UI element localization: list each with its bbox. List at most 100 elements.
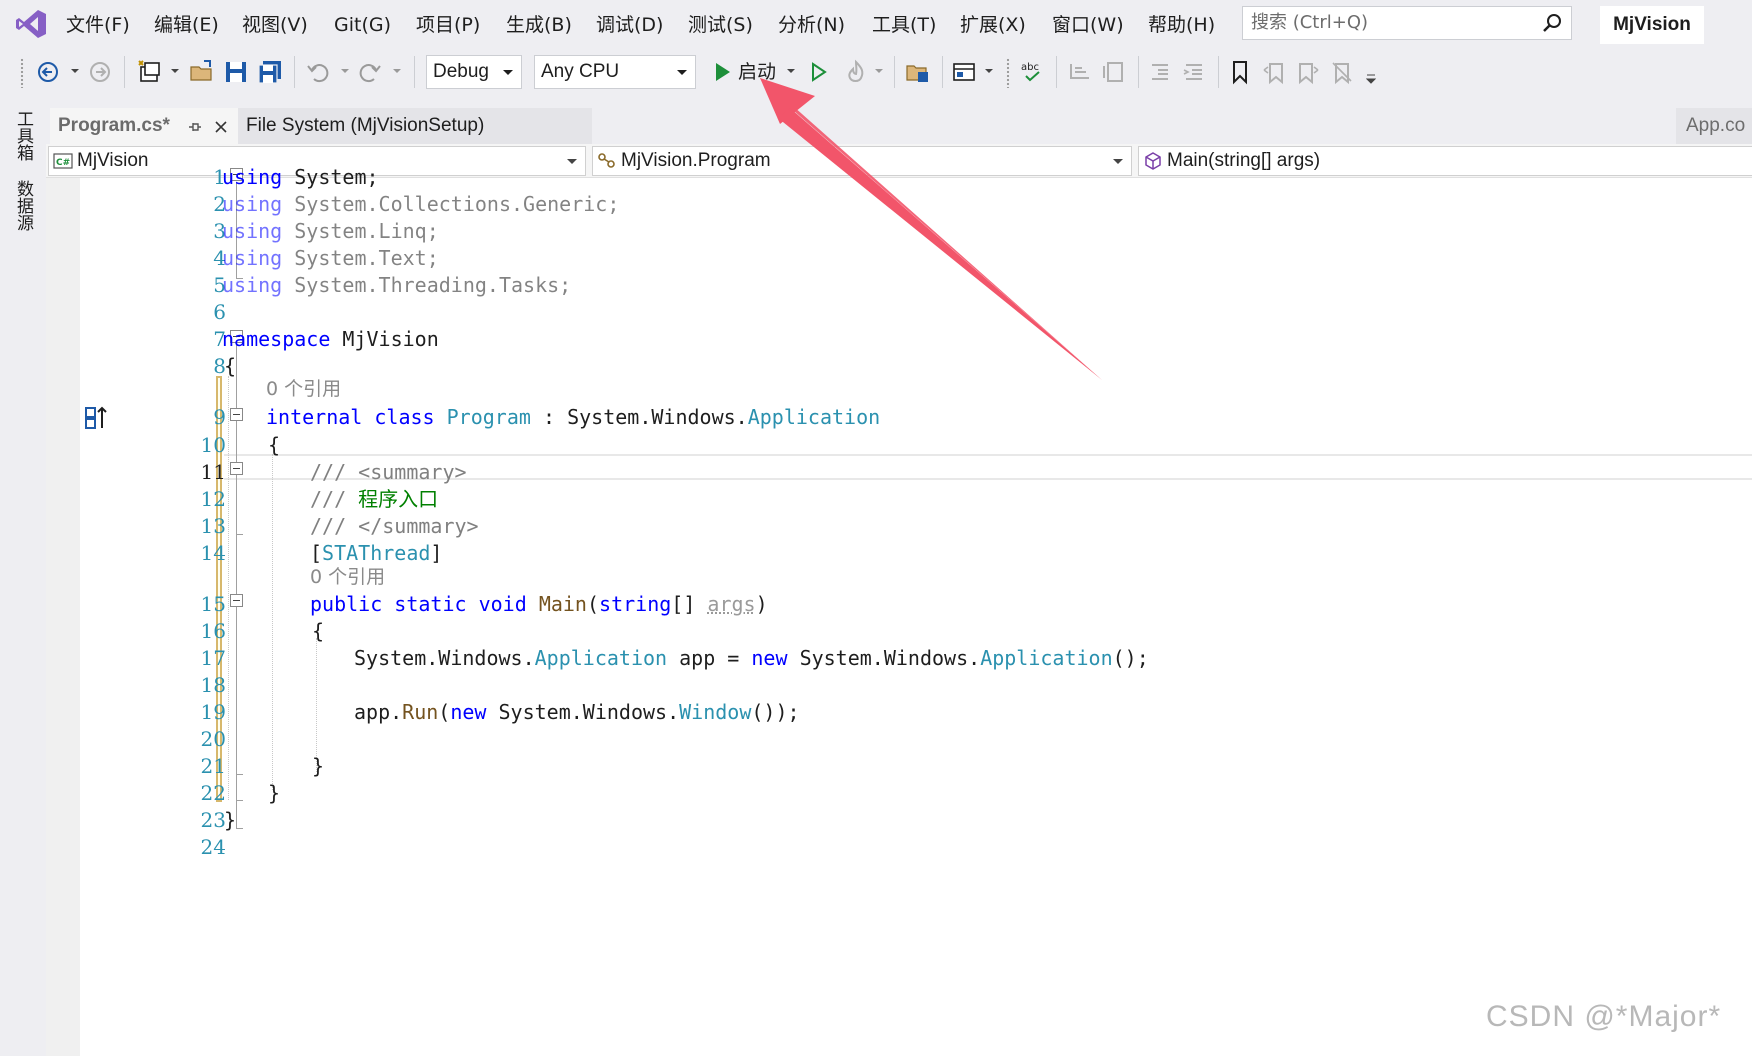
- punctuation: ): [755, 592, 768, 616]
- visual-studio-logo-icon[interactable]: [14, 8, 48, 40]
- code-line: {: [312, 618, 324, 644]
- chevron-down-icon[interactable]: [874, 66, 884, 76]
- solution-configuration-select[interactable]: Debug: [426, 55, 522, 89]
- keyword: static: [394, 592, 467, 616]
- search-input[interactable]: 搜索 (Ctrl+Q): [1242, 6, 1572, 40]
- toolbar-separator: [1138, 56, 1139, 88]
- save-icon[interactable]: [222, 58, 250, 86]
- punctuation: }: [224, 808, 237, 832]
- tab-label: File System (MjVisionSetup): [246, 115, 485, 136]
- toolbar-separator: [1218, 56, 1219, 88]
- menu-analyze[interactable]: 分析(N): [774, 12, 849, 38]
- bookmark-icon[interactable]: [1226, 58, 1254, 86]
- chevron-down-icon[interactable]: [984, 66, 994, 76]
- toolbar-grip[interactable]: [20, 58, 24, 88]
- punctuation: ;: [559, 273, 572, 297]
- chevron-down-icon[interactable]: [340, 66, 350, 76]
- document-tab-strip: Program.cs* File System (MjVisionSetup) …: [46, 108, 1752, 144]
- chevron-down-icon[interactable]: [170, 66, 180, 76]
- toolbar-separator: [124, 56, 125, 88]
- menu-git[interactable]: Git(G): [330, 12, 395, 38]
- start-play-icon[interactable]: [708, 58, 736, 86]
- close-icon[interactable]: [214, 120, 228, 134]
- uncomment-lines-icon[interactable]: [1100, 58, 1128, 86]
- navigate-back-icon[interactable]: [34, 58, 62, 86]
- punctuation: ());: [751, 700, 800, 724]
- browser-link-icon[interactable]: [950, 58, 978, 86]
- toolbar-overflow-icon[interactable]: [1366, 74, 1376, 84]
- configuration-value: Debug: [433, 61, 489, 82]
- menu-build[interactable]: 生成(B): [502, 12, 576, 38]
- comment-lines-icon[interactable]: [1066, 58, 1094, 86]
- class-dropdown[interactable]: MjVision.Program: [592, 146, 1132, 176]
- navigate-forward-icon[interactable]: [86, 58, 114, 86]
- spell-check-icon[interactable]: abc: [1018, 58, 1046, 86]
- toolbar-separator: [294, 56, 295, 88]
- save-all-icon[interactable]: [256, 58, 284, 86]
- menu-project[interactable]: 项目(P): [412, 12, 484, 38]
- chevron-down-icon: [503, 70, 513, 75]
- side-tab-data-sources[interactable]: 数据源: [12, 180, 36, 231]
- menu-tools[interactable]: 工具(T): [868, 12, 940, 38]
- svg-text:C#: C#: [56, 158, 70, 168]
- clear-bookmarks-icon[interactable]: [1328, 58, 1356, 86]
- codelens-references[interactable]: 0 个引用: [266, 376, 341, 402]
- tab-app-config[interactable]: App.co: [1676, 108, 1752, 144]
- identifier: System: [294, 165, 367, 189]
- open-folder-icon[interactable]: [188, 58, 216, 86]
- menu-window[interactable]: 窗口(W): [1048, 12, 1128, 38]
- toolbar-separator: [1056, 56, 1057, 88]
- punctuation: (): [1112, 646, 1137, 670]
- chevron-down-icon[interactable]: [70, 66, 80, 76]
- code-line: }: [312, 753, 324, 779]
- solution-platform-select[interactable]: Any CPU: [534, 55, 696, 89]
- solution-name[interactable]: MjVision: [1600, 6, 1704, 44]
- punctuation: ;: [426, 246, 439, 270]
- menu-edit[interactable]: 编辑(E): [150, 12, 223, 38]
- side-tool-tabs: 工具箱 数据源: [0, 96, 46, 1056]
- redo-icon[interactable]: [356, 58, 384, 86]
- start-debugging-button[interactable]: 启动: [738, 58, 776, 86]
- increase-indent-icon[interactable]: [1180, 58, 1208, 86]
- chevron-down-icon[interactable]: [786, 66, 796, 76]
- watermark: CSDN @*Major*: [1486, 1000, 1722, 1033]
- solution-explorer-icon[interactable]: [904, 58, 932, 86]
- class-name: MjVision.Program: [621, 150, 771, 171]
- toolbar-separator: [942, 56, 943, 88]
- menu-debug[interactable]: 调试(D): [592, 12, 667, 38]
- code-line: using System;: [222, 164, 379, 190]
- chevron-down-icon[interactable]: [392, 66, 402, 76]
- punctuation: (: [586, 592, 600, 616]
- tab-program-cs[interactable]: Program.cs*: [50, 108, 238, 144]
- menu-extensions[interactable]: 扩展(X): [956, 12, 1030, 38]
- punctuation: :: [542, 405, 556, 429]
- start-without-debugging-icon[interactable]: [804, 58, 832, 86]
- pin-icon[interactable]: [188, 120, 202, 134]
- identifier: app.: [354, 700, 403, 724]
- punctuation: ]: [430, 541, 443, 565]
- tab-label: Program.cs*: [58, 115, 170, 136]
- undo-icon[interactable]: [304, 58, 332, 86]
- hot-reload-icon[interactable]: [842, 58, 870, 86]
- punctuation: }: [312, 754, 325, 778]
- previous-bookmark-icon[interactable]: [1260, 58, 1288, 86]
- menu-file[interactable]: 文件(F): [62, 12, 134, 38]
- punctuation: }: [268, 781, 281, 805]
- keyword: class: [374, 405, 435, 429]
- new-project-icon[interactable]: [136, 58, 164, 86]
- menu-help[interactable]: 帮助(H): [1144, 12, 1219, 38]
- side-tab-toolbox[interactable]: 工具箱: [12, 110, 36, 161]
- codelens-references[interactable]: 0 个引用: [310, 564, 385, 590]
- next-bookmark-icon[interactable]: [1294, 58, 1322, 86]
- keyword: using: [222, 165, 283, 189]
- decrease-indent-icon[interactable]: [1146, 58, 1174, 86]
- menu-test[interactable]: 测试(S): [684, 12, 757, 38]
- code-text-area[interactable]: using System; using System.Collections.G…: [46, 165, 1752, 1056]
- identifier: System.Windows.: [354, 646, 535, 670]
- member-name: Main(string[] args): [1167, 150, 1321, 171]
- menu-view[interactable]: 视图(V): [238, 12, 312, 38]
- tab-file-system[interactable]: File System (MjVisionSetup): [238, 108, 592, 144]
- code-editor[interactable]: 1 2 3 4 5 6 7 8 9 10 11 12 13 14 15 16 1…: [46, 165, 1752, 1056]
- member-dropdown[interactable]: Main(string[] args): [1138, 146, 1752, 176]
- toolbar-grip[interactable]: [1006, 58, 1010, 88]
